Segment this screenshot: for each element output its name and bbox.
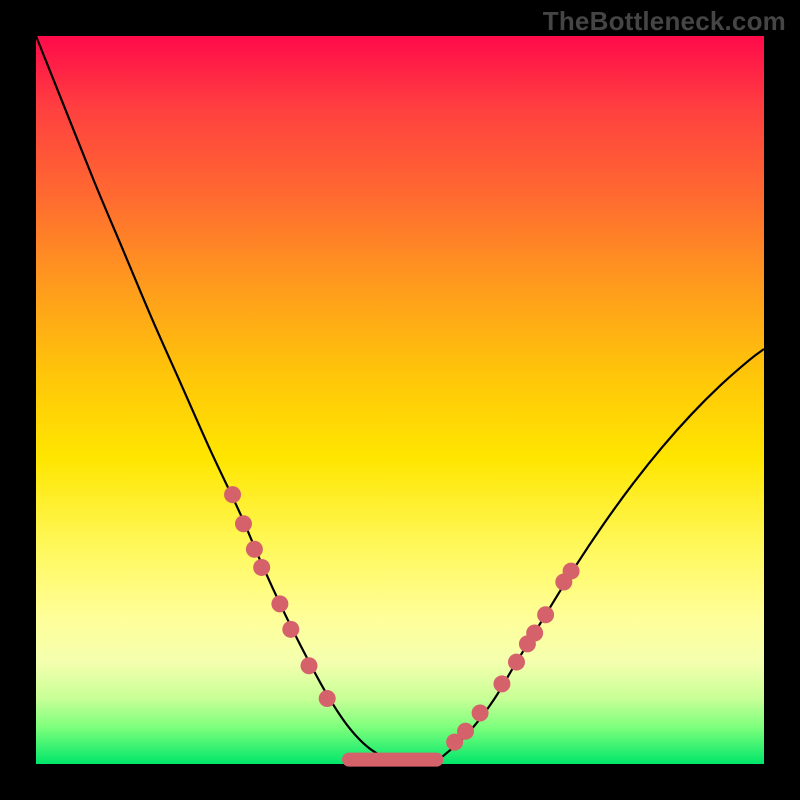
marker-dot [526, 624, 543, 641]
marker-dot [224, 486, 241, 503]
marker-dot [563, 563, 580, 580]
marker-dot [301, 657, 318, 674]
plot-area [36, 36, 764, 764]
watermark-label: TheBottleneck.com [543, 6, 786, 37]
marker-dot [246, 541, 263, 558]
marker-dot [472, 705, 489, 722]
marker-dot [508, 654, 525, 671]
curve-svg [36, 36, 764, 764]
marker-dot [253, 559, 270, 576]
marker-dot [457, 723, 474, 740]
chart-frame: TheBottleneck.com [0, 0, 800, 800]
marker-dot [319, 690, 336, 707]
marker-dot [271, 595, 288, 612]
marker-dots [224, 486, 580, 751]
marker-dot [493, 675, 510, 692]
marker-dot [537, 606, 554, 623]
marker-dot [235, 515, 252, 532]
bottleneck-curve [36, 36, 764, 766]
marker-dot [282, 621, 299, 638]
